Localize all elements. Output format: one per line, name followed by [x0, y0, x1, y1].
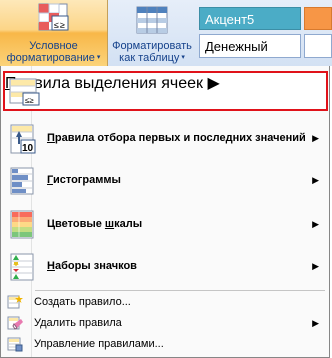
- svg-text:≤: ≤: [54, 20, 59, 30]
- cell-style-accent5[interactable]: Акцент5: [199, 7, 301, 30]
- submenu-arrow-icon: ▶: [312, 219, 319, 229]
- mnemonic-char: Н: [47, 260, 55, 272]
- menu-item-label: Создать правило...: [34, 296, 131, 308]
- label-rest: истограммы: [52, 174, 121, 186]
- submenu-arrow-icon: ▶: [312, 133, 319, 143]
- menu-item-label: Наборы значков: [47, 260, 137, 272]
- conditional-formatting-menu: ≤≥ Правила выделения ячеек ▶ 10 Правила …: [0, 66, 330, 358]
- format-as-table-icon: [136, 6, 168, 34]
- format-as-table-button[interactable]: Форматировать как таблицу ▾: [108, 0, 196, 66]
- conditional-formatting-label-line2: форматирование: [6, 52, 95, 64]
- icon-sets-icon: [10, 253, 34, 281]
- svg-text:≥: ≥: [60, 20, 65, 30]
- svg-text:≤≥: ≤≥: [25, 96, 34, 105]
- menu-item-label: Правила отбора первых и последних значен…: [47, 132, 306, 144]
- mnemonic-char: П: [47, 132, 55, 144]
- menu-separator: [35, 290, 325, 291]
- top-bottom-rules-icon: 10: [10, 124, 36, 154]
- highlight-cells-rules-icon: ≤≥: [9, 78, 40, 106]
- chevron-down-icon: ▾: [179, 54, 185, 62]
- manage-rules-icon: [7, 337, 23, 352]
- menu-item-top-bottom-rules[interactable]: 10 Правила отбора первых и последних зна…: [1, 119, 329, 159]
- cell-style-swatch[interactable]: [304, 7, 332, 30]
- menu-item-label: Гистограммы: [47, 174, 121, 186]
- new-rule-icon: [7, 295, 23, 309]
- menu-item-label: Удалить правила: [34, 317, 122, 329]
- menu-item-new-rule[interactable]: Создать правило...: [1, 292, 329, 313]
- label-rest: равила выделения ячеек: [16, 75, 204, 92]
- color-scales-icon: [10, 210, 34, 239]
- conditional-formatting-button[interactable]: ≤ ≥ Условное форматирование ▾: [0, 0, 108, 66]
- menu-item-clear-rules[interactable]: Удалить правила ▶: [1, 313, 329, 334]
- submenu-arrow-icon: ▶: [312, 261, 319, 271]
- cell-style-money[interactable]: Денежный: [199, 34, 301, 58]
- label-rest: калы: [114, 218, 143, 230]
- label-rest: равила отбора первых и последних значени…: [54, 132, 306, 144]
- menu-item-data-bars[interactable]: Гистограммы ▶: [1, 162, 329, 202]
- submenu-arrow-icon: ▶: [312, 175, 319, 185]
- format-as-table-label-line1: Форматировать: [112, 40, 192, 52]
- conditional-formatting-label-line1: Условное: [29, 40, 78, 52]
- label-pre: Цветовые: [47, 218, 105, 230]
- menu-item-icon-sets[interactable]: Наборы значков ▶: [1, 248, 329, 288]
- menu-item-label: Цветовые шкалы: [47, 218, 142, 230]
- format-as-table-label-line2-wrap: как таблицу ▾: [108, 52, 196, 64]
- format-as-table-label-line2: как таблицу: [119, 52, 180, 64]
- ribbon: ≤ ≥ Условное форматирование ▾ Форматиров…: [0, 0, 332, 66]
- label-rest: аборы значков: [54, 260, 137, 272]
- conditional-formatting-icon: ≤ ≥: [38, 3, 69, 31]
- conditional-formatting-label-line2-wrap: форматирование ▾: [0, 52, 107, 64]
- clear-rules-icon: [7, 316, 23, 330]
- submenu-arrow-icon: ▶: [207, 75, 220, 92]
- data-bars-icon: [10, 167, 34, 195]
- svg-text:10: 10: [22, 143, 34, 154]
- submenu-arrow-icon: ▶: [312, 318, 319, 328]
- chevron-down-icon: ▾: [94, 54, 101, 62]
- menu-item-color-scales[interactable]: Цветовые шкалы ▶: [1, 205, 329, 245]
- menu-item-manage-rules[interactable]: Управление правилами...: [1, 334, 329, 355]
- menu-item-highlight-cells-rules[interactable]: ≤≥ Правила выделения ячеек ▶: [3, 71, 328, 111]
- cell-style-swatch[interactable]: [304, 34, 332, 58]
- mnemonic-char: ш: [104, 218, 115, 230]
- menu-item-label: Управление правилами...: [34, 338, 164, 350]
